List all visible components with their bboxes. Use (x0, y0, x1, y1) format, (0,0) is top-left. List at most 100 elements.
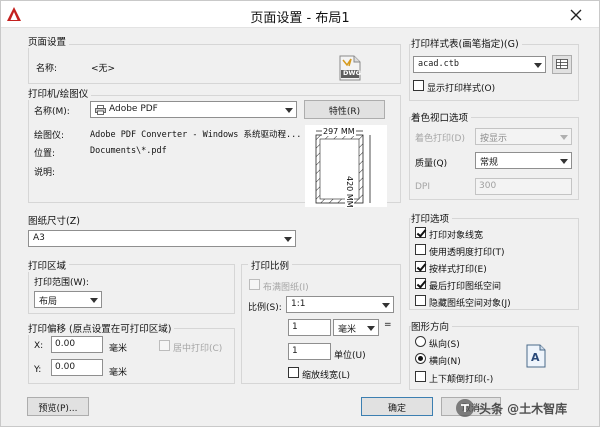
printer-select[interactable]: Adobe PDF (90, 101, 297, 118)
chevron-down-icon (534, 63, 542, 68)
plot-lineweights-checkbox[interactable] (415, 227, 426, 238)
center-plot-checkbox[interactable] (159, 340, 170, 351)
plot-options-group-label: 打印选项 (411, 211, 453, 225)
plot-transparency-checkbox[interactable] (415, 244, 426, 255)
chevron-down-icon (284, 237, 292, 242)
orientation-icon-letter: A (531, 351, 540, 364)
plot-style-group-label: 打印样式表(画笔指定)(G) (411, 36, 522, 50)
offset-y-unit: 毫米 (109, 368, 128, 378)
plot-paperspace-last-label: 最后打印图纸空间 (429, 282, 502, 292)
plot-style-value: acad.ctb (418, 59, 459, 69)
show-plot-styles-label: 显示打印样式(O) (427, 84, 496, 94)
landscape-label: 横向(N) (429, 357, 461, 367)
title-bar: 页面设置 - 布局1 (1, 1, 599, 28)
plot-area-group-label: 打印区域 (28, 258, 70, 272)
printer-select-value: Adobe PDF (109, 104, 158, 114)
plot-transparency-label: 使用透明度打印(T) (429, 248, 505, 258)
upside-down-label: 上下颠倒打印(-) (429, 375, 494, 385)
offset-x-input[interactable]: 0.00 (51, 336, 103, 353)
close-icon[interactable] (567, 6, 585, 24)
quality-select[interactable]: 常规 (475, 152, 572, 169)
plot-with-styles-label: 按样式打印(E) (429, 265, 487, 275)
offset-x-unit: 毫米 (109, 344, 128, 354)
printer-icon (95, 105, 106, 115)
scale-lineweights-checkbox[interactable] (288, 367, 299, 378)
portrait-radio[interactable] (415, 336, 426, 347)
plot-range-select[interactable]: 布局 (34, 291, 102, 308)
show-plot-styles-checkbox[interactable] (413, 80, 424, 91)
page-setup-group-label: 页面设置 (28, 34, 70, 48)
plot-range-label: 打印范围(W): (34, 278, 89, 288)
table-edit-icon (556, 59, 568, 69)
page-setup-name-value: <无> (91, 64, 116, 74)
fit-to-paper-label: 布满图纸(I) (263, 283, 309, 293)
chevron-down-icon (560, 135, 568, 140)
paper-size-select[interactable]: A3 (28, 230, 296, 247)
chevron-down-icon (560, 159, 568, 164)
portrait-label: 纵向(S) (429, 340, 460, 350)
scale-label: 比例(S): (248, 303, 282, 313)
edit-plot-style-button[interactable] (552, 55, 572, 74)
ok-button[interactable]: 确定 (361, 397, 433, 416)
quality-label: 质量(Q) (415, 159, 448, 169)
plot-style-select[interactable]: acad.ctb (413, 56, 546, 73)
watermark-text: 头条 @土木智库 (479, 402, 568, 416)
chevron-down-icon (285, 108, 293, 113)
page-setup-name-label: 名称: (36, 64, 58, 74)
paper-size-label: 图纸尺寸(Z) (28, 216, 80, 227)
paper-size-value: A3 (33, 233, 45, 243)
plot-with-styles-checkbox[interactable] (415, 261, 426, 272)
plot-paperspace-last-checkbox[interactable] (415, 278, 426, 289)
preview-button[interactable]: 预览(P)... (27, 397, 89, 416)
description-label: 说明: (34, 168, 56, 178)
center-plot-label: 居中打印(C) (173, 344, 223, 354)
properties-button[interactable]: 特性(R) (304, 100, 385, 119)
preview-height-label: 420 MM (345, 176, 354, 208)
page-setup-dialog: 页面设置 - 布局1 页面设置 名称: <无> DWG 打印机/绘图仪 名称(M… (0, 0, 600, 427)
orientation-group-label: 图形方向 (411, 319, 453, 333)
plot-scale-group-label: 打印比例 (248, 258, 293, 272)
preview-width-label: 297 MM (322, 127, 356, 136)
shade-plot-value: 按显示 (480, 134, 508, 144)
chevron-down-icon (367, 326, 375, 331)
scale-unit-select[interactable]: 毫米 (333, 319, 379, 336)
plot-lineweights-label: 打印对象线宽 (429, 231, 484, 241)
scale-value: 1:1 (291, 299, 306, 309)
window-title: 页面设置 - 布局1 (250, 11, 350, 26)
watermark: 头条 @土木智库 (451, 397, 600, 419)
location-label: 位置: (34, 149, 56, 159)
dpi-label: DPI (415, 182, 431, 192)
printer-group-label: 打印机/绘图仪 (28, 86, 92, 100)
fit-to-paper-checkbox[interactable] (249, 279, 260, 290)
chevron-down-icon (382, 303, 390, 308)
quality-value: 常规 (480, 158, 499, 168)
dpi-input[interactable]: 300 (475, 178, 572, 195)
hide-paperspace-objects-label: 隐藏图纸空间对象(J) (429, 299, 511, 309)
chevron-down-icon (90, 298, 98, 303)
upside-down-checkbox[interactable] (415, 371, 426, 382)
shade-plot-label: 着色打印(D) (415, 134, 465, 144)
landscape-radio[interactable] (415, 353, 426, 364)
scale-value1-input[interactable]: 1 (288, 319, 331, 336)
printer-name-label: 名称(M): (34, 107, 70, 117)
scale-lineweights-label: 缩放线宽(L) (302, 371, 351, 381)
plotter-value: Adobe PDF Converter - Windows 系统驱动程... (90, 130, 302, 140)
scale-value2-input[interactable]: 1 (288, 343, 331, 360)
toutiao-logo-icon (456, 399, 474, 417)
offset-x-label: X: (34, 341, 44, 351)
plot-range-value: 布局 (39, 297, 58, 307)
offset-y-label: Y: (34, 365, 42, 375)
shade-plot-select[interactable]: 按显示 (475, 128, 572, 145)
viewport-group-label: 着色视口选项 (411, 110, 472, 124)
offset-y-input[interactable]: 0.00 (51, 359, 103, 376)
dwg-file-icon (339, 55, 361, 81)
hide-paperspace-objects-checkbox[interactable] (415, 295, 426, 306)
scale-select[interactable]: 1:1 (286, 296, 394, 313)
plot-offset-group-label: 打印偏移 (原点设置在可打印区域) (28, 321, 175, 335)
location-value: Documents\*.pdf (90, 146, 167, 156)
scale-units-label: 单位(U) (334, 351, 366, 361)
scale-unit-value: 毫米 (338, 325, 357, 335)
plotter-label: 绘图仪: (34, 131, 65, 141)
scale-equals: = (384, 320, 392, 330)
dwg-icon-label: DWG (343, 69, 361, 77)
